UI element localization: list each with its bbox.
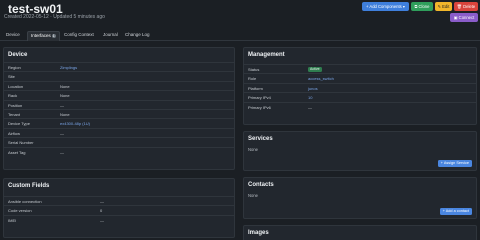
device-row-asset-tag: Asset Tag — — [4, 146, 234, 156]
management-row-ipv6: Primary IPv6— — [244, 101, 476, 111]
tab-interfaces[interactable]: Interfaces 1 — [27, 31, 60, 41]
add-contact-button[interactable]: + Add a contact — [439, 208, 472, 215]
contacts-card: Contacts None + Add a contact — [243, 177, 477, 219]
device-row-device-type: Device Type ex4300-48p (1U) — [4, 118, 234, 127]
custom-field-row: IMEI — — [4, 214, 234, 224]
device-row-rack: Rack None — [4, 90, 234, 99]
device-card-title: Device — [8, 52, 28, 58]
contacts-empty-text: None — [248, 193, 259, 198]
page-subtitle: Created 2022-05-12 · Updated 5 minutes a… — [4, 14, 105, 20]
interfaces-count-badge: 1 — [51, 33, 56, 39]
edit-button[interactable]: ✎Edit — [435, 2, 452, 11]
device-row-serial: Serial Number — [4, 137, 234, 146]
tab-device[interactable]: Device — [6, 31, 20, 41]
device-row-airflow: Airflow — — [4, 127, 234, 137]
services-empty-text: None — [248, 147, 259, 152]
custom-fields-title: Custom Fields — [8, 183, 50, 189]
services-card-title: Services — [248, 136, 273, 142]
services-card: Services None + Assign Service — [243, 131, 477, 171]
pencil-icon: ✎ — [437, 4, 442, 9]
clone-button[interactable]: ⧉Clone — [411, 2, 433, 11]
device-row-site: Site — [4, 71, 234, 80]
management-row-platform: Platform junos — [244, 82, 476, 92]
management-card-title: Management — [248, 52, 285, 58]
trash-icon: 🗑 — [456, 4, 463, 9]
device-row-region: Region Zimplings — [4, 62, 234, 71]
management-row-ipv4: Primary IPv4 10 — [244, 92, 476, 101]
device-card: Device Region Zimplings Site Location None… — [3, 47, 235, 170]
console-icon: ▣ — [453, 15, 458, 20]
status-badge: Active — [308, 67, 322, 73]
device-row-tenant: Tenant None — [4, 109, 234, 118]
custom-field-row: Code version 0 — [4, 205, 234, 214]
device-row-location: Location None — [4, 80, 234, 90]
management-card: Management Status Active Role access_switc… — [243, 47, 477, 125]
custom-field-row: Ansible connection — — [4, 196, 234, 205]
add-components-button[interactable]: +Add Components ▾ — [362, 2, 409, 11]
images-card: Images — [243, 225, 477, 240]
images-card-title: Images — [248, 230, 269, 236]
tab-change-log[interactable]: Change Log — [125, 31, 150, 41]
tab-config-context[interactable]: Config Context — [64, 31, 94, 41]
delete-button[interactable]: 🗑Delete — [454, 2, 478, 11]
connect-button[interactable]: ▣Connect — [450, 13, 478, 22]
tab-bar: Device Interfaces 1 Config Context Journa… — [0, 29, 480, 41]
device-row-position: Position — — [4, 99, 234, 109]
clone-icon: ⧉ — [414, 4, 418, 9]
assign-service-button[interactable]: + Assign Service — [437, 160, 472, 167]
management-row-status: Status Active — [244, 64, 476, 73]
tab-journal[interactable]: Journal — [103, 31, 118, 41]
management-row-role: Role access_switch — [244, 73, 476, 82]
custom-fields-card: Custom Fields Ansible connection — Code v… — [3, 178, 235, 238]
contacts-card-title: Contacts — [248, 182, 274, 188]
